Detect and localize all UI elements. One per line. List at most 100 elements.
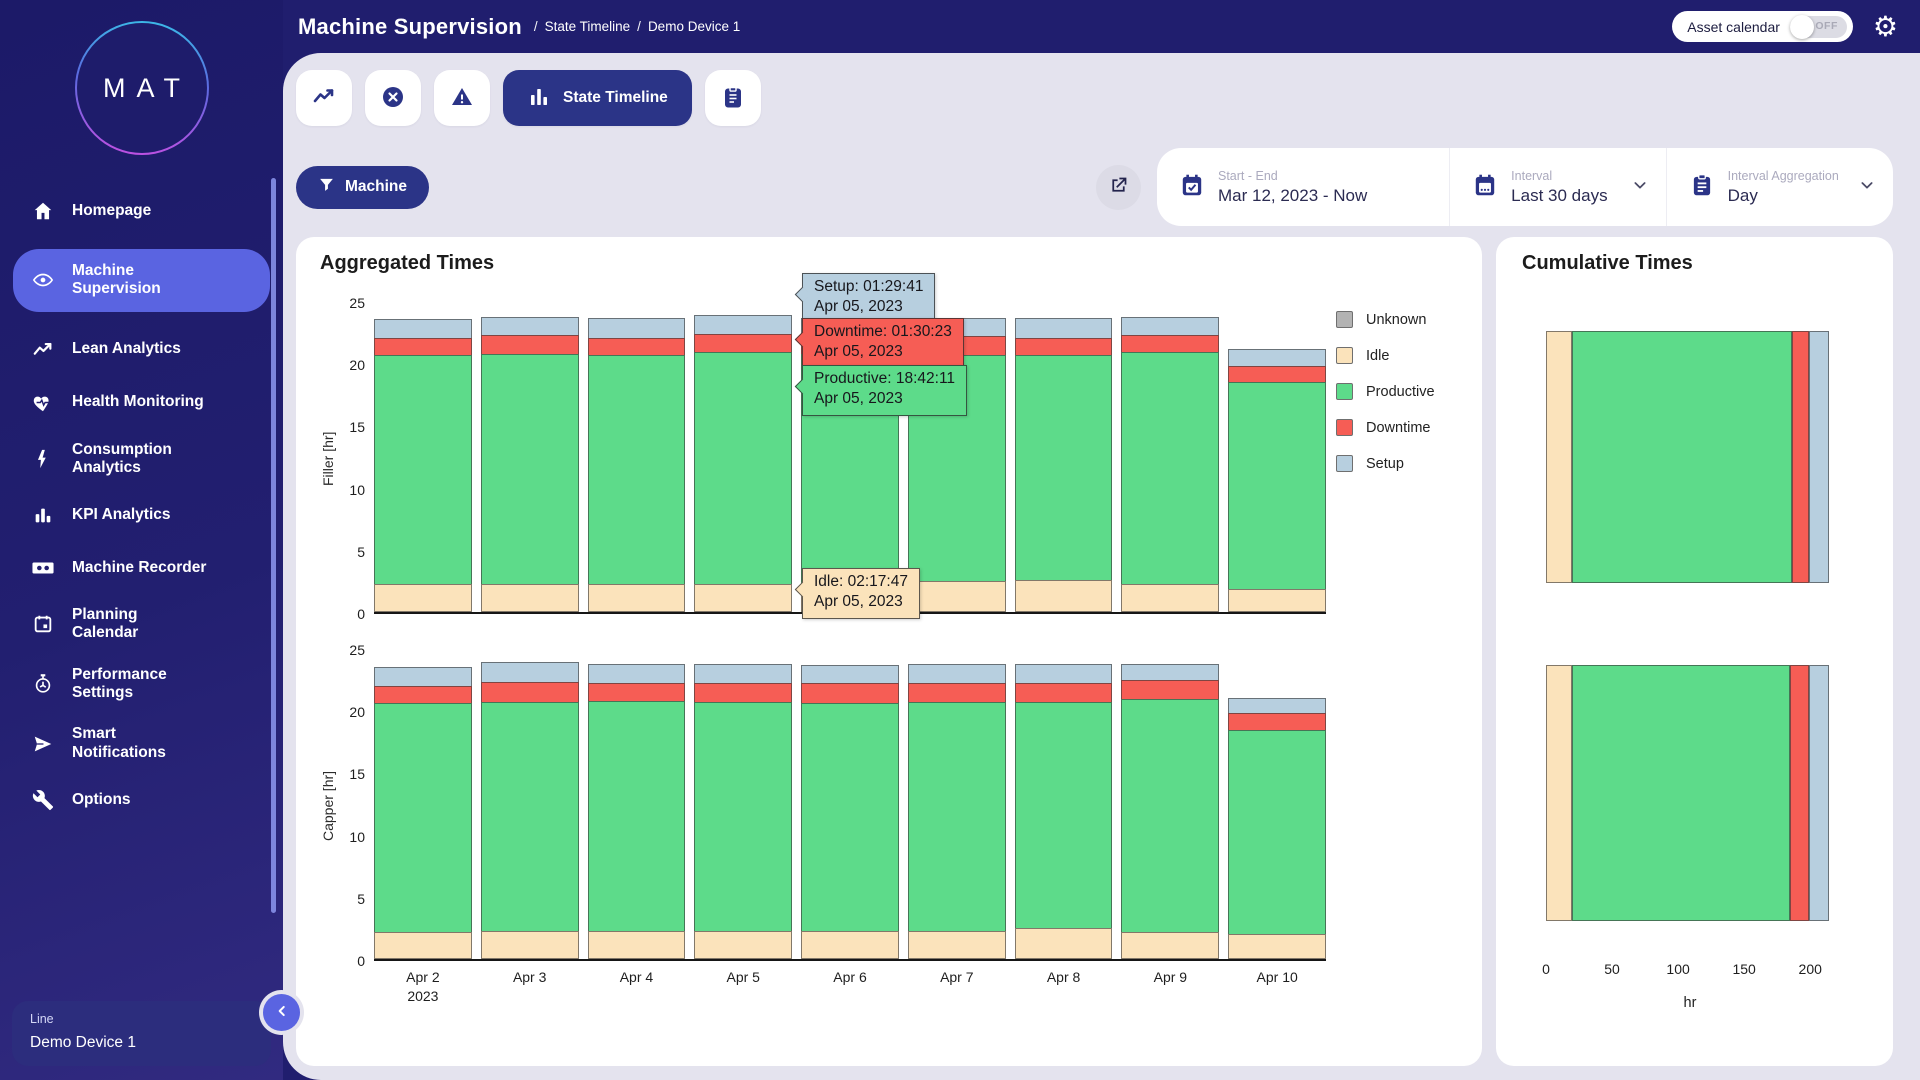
tab-trend[interactable] — [296, 70, 352, 126]
bar-segment-idle[interactable] — [1015, 928, 1113, 959]
bar-segment-idle[interactable] — [1015, 580, 1113, 612]
bar-segment-downtime[interactable] — [908, 683, 1006, 702]
cumulative-segment-idle[interactable] — [1546, 665, 1572, 921]
bar-segment-idle[interactable] — [588, 931, 686, 959]
sidebar-item-consumption-analytics[interactable]: Consumption Analytics — [0, 441, 283, 478]
bar-segment-productive[interactable] — [1121, 352, 1219, 583]
machine-filter-button[interactable]: Machine — [296, 166, 429, 209]
bar-segment-idle[interactable] — [374, 932, 472, 959]
bar-segment-downtime[interactable] — [1015, 338, 1113, 355]
bar-segment-downtime[interactable] — [1121, 680, 1219, 700]
bar-segment-idle[interactable] — [694, 931, 792, 959]
gear-icon[interactable]: ⚙ — [1873, 13, 1898, 41]
bar-segment-idle[interactable] — [481, 931, 579, 959]
cumulative-segment-downtime[interactable] — [1792, 331, 1809, 583]
bar-segment-idle[interactable] — [801, 931, 899, 959]
bar-segment-downtime[interactable] — [374, 338, 472, 355]
stacked-bar[interactable] — [1015, 650, 1113, 959]
chevron-down-icon[interactable] — [1632, 177, 1648, 198]
bar-segment-downtime[interactable] — [1015, 683, 1113, 702]
bar-segment-setup[interactable] — [1015, 664, 1113, 684]
bar-segment-downtime[interactable] — [481, 335, 579, 354]
bar-segment-productive[interactable] — [1228, 382, 1326, 588]
bar-segment-setup[interactable] — [694, 315, 792, 333]
cumulative-segment-downtime[interactable] — [1790, 665, 1808, 921]
stacked-bar[interactable] — [1228, 303, 1326, 612]
bar-segment-productive[interactable] — [908, 702, 1006, 931]
bar-segment-idle[interactable] — [481, 584, 579, 612]
bar-segment-setup[interactable] — [481, 662, 579, 682]
bar-segment-idle[interactable] — [908, 581, 1006, 612]
bar-segment-setup[interactable] — [1121, 317, 1219, 336]
bar-segment-setup[interactable] — [801, 665, 899, 684]
bar-segment-setup[interactable] — [1228, 698, 1326, 713]
bar-segment-setup[interactable] — [374, 319, 472, 338]
sidebar-collapse-button[interactable] — [263, 994, 300, 1031]
stacked-bar[interactable] — [374, 650, 472, 959]
asset-calendar-toggle-pill[interactable]: Asset calendar OFF — [1672, 11, 1853, 42]
cumulative-segment-setup[interactable] — [1809, 665, 1829, 921]
bar-segment-downtime[interactable] — [588, 338, 686, 355]
bar-segment-idle[interactable] — [1228, 934, 1326, 959]
asset-calendar-switch[interactable]: OFF — [1790, 16, 1847, 38]
bar-segment-downtime[interactable] — [1121, 335, 1219, 352]
sidebar-item-health-monitoring[interactable]: Health Monitoring — [0, 388, 283, 418]
bar-segment-productive[interactable] — [481, 354, 579, 584]
bar-segment-productive[interactable] — [694, 352, 792, 583]
stacked-bar[interactable] — [1121, 303, 1219, 612]
bar-segment-setup[interactable] — [908, 664, 1006, 684]
bar-segment-productive[interactable] — [694, 702, 792, 931]
cumulative-segment-idle[interactable] — [1546, 331, 1572, 583]
bar-segment-productive[interactable] — [374, 703, 472, 932]
bar-segment-setup[interactable] — [374, 667, 472, 686]
tab-alarms[interactable] — [365, 70, 421, 126]
bar-segment-productive[interactable] — [588, 355, 686, 584]
tab-warnings[interactable] — [434, 70, 490, 126]
bar-segment-downtime[interactable] — [374, 686, 472, 703]
cumulative-segment-productive[interactable] — [1572, 665, 1790, 921]
bar-segment-setup[interactable] — [588, 318, 686, 338]
bar-segment-idle[interactable] — [1121, 932, 1219, 959]
stacked-bar[interactable] — [801, 650, 899, 959]
bar-segment-productive[interactable] — [801, 703, 899, 930]
bar-segment-setup[interactable] — [481, 317, 579, 336]
sidebar-item-machine-recorder[interactable]: Machine Recorder — [0, 553, 283, 583]
stacked-bar[interactable] — [694, 303, 792, 612]
stacked-bar[interactable] — [1228, 650, 1326, 959]
bar-segment-downtime[interactable] — [588, 683, 686, 700]
stacked-bar[interactable] — [588, 650, 686, 959]
breadcrumb-item[interactable]: Demo Device 1 — [648, 19, 740, 34]
stacked-bar[interactable] — [481, 303, 579, 612]
sidebar-item-lean-analytics[interactable]: Lean Analytics — [0, 335, 283, 365]
cumulative-segment-productive[interactable] — [1572, 331, 1791, 583]
bar-segment-setup[interactable] — [694, 664, 792, 684]
bar-segment-downtime[interactable] — [694, 334, 792, 353]
sidebar-item-homepage[interactable]: Homepage — [0, 196, 283, 226]
chevron-down-icon[interactable] — [1859, 177, 1875, 198]
stacked-bar[interactable] — [374, 303, 472, 612]
bar-segment-idle[interactable] — [588, 584, 686, 612]
export-button[interactable] — [1096, 165, 1141, 210]
bar-segment-setup[interactable] — [1015, 318, 1113, 338]
bar-segment-productive[interactable] — [1228, 730, 1326, 934]
interval-field[interactable]: Interval Last 30 days — [1449, 148, 1665, 226]
bar-segment-setup[interactable] — [588, 664, 686, 684]
cumulative-segment-setup[interactable] — [1809, 331, 1829, 583]
sidebar-item-planning-calendar[interactable]: Planning Calendar — [0, 606, 283, 643]
start-end-field[interactable]: Start - End Mar 12, 2023 - Now — [1157, 148, 1449, 226]
bar-segment-downtime[interactable] — [1228, 713, 1326, 730]
bar-segment-productive[interactable] — [1015, 702, 1113, 928]
sidebar-item-options[interactable]: Options — [0, 785, 283, 815]
stacked-bar[interactable] — [1015, 303, 1113, 612]
bar-segment-idle[interactable] — [908, 931, 1006, 959]
sidebar-item-performance-settings[interactable]: Performance Settings — [0, 666, 283, 703]
bar-segment-idle[interactable] — [1228, 589, 1326, 612]
sidebar-item-smart-notifications[interactable]: Smart Notifications — [0, 725, 283, 762]
bar-segment-downtime[interactable] — [801, 683, 899, 703]
tab-reports[interactable] — [705, 70, 761, 126]
device-card[interactable]: Line Demo Device 1 — [12, 1001, 271, 1066]
bar-segment-productive[interactable] — [588, 701, 686, 931]
bar-segment-setup[interactable] — [1121, 664, 1219, 680]
sidebar-item-kpi-analytics[interactable]: KPI Analytics — [0, 500, 283, 530]
bar-segment-setup[interactable] — [1228, 349, 1326, 366]
